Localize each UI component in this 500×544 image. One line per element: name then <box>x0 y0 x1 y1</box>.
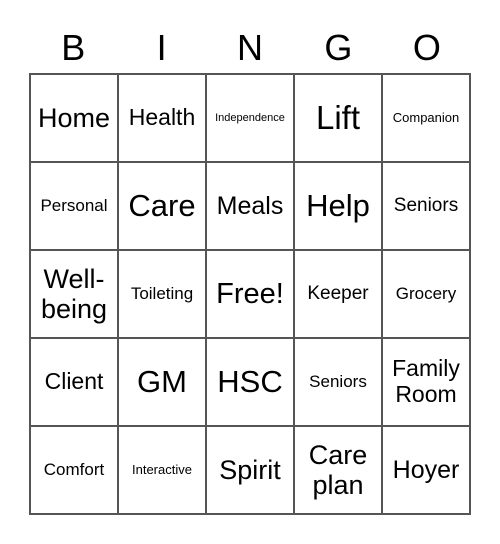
header-letter-b: B <box>61 27 86 68</box>
bingo-cell[interactable]: Independence <box>206 74 294 162</box>
bingo-cell[interactable]: Toileting <box>118 250 206 338</box>
bingo-cell[interactable]: Care <box>118 162 206 250</box>
bingo-cell[interactable]: Seniors <box>294 338 382 426</box>
bingo-cell[interactable]: Hoyer <box>382 426 470 514</box>
header-letter-g: G <box>324 27 353 68</box>
bingo-cell[interactable]: Keeper <box>294 250 382 338</box>
bingo-cell[interactable]: Well-being <box>30 250 118 338</box>
bingo-cell[interactable]: Help <box>294 162 382 250</box>
bingo-cell[interactable]: GM <box>118 338 206 426</box>
bingo-cell[interactable]: Companion <box>382 74 470 162</box>
bingo-cell[interactable]: Care plan <box>294 426 382 514</box>
bingo-cell[interactable]: Interactive <box>118 426 206 514</box>
header-letter-n: N <box>237 27 264 68</box>
bingo-cell[interactable]: Personal <box>30 162 118 250</box>
bingo-cell[interactable]: HSC <box>206 338 294 426</box>
bingo-cell[interactable]: Health <box>118 74 206 162</box>
header-letter-o: O <box>412 27 441 68</box>
bingo-cell[interactable]: Grocery <box>382 250 470 338</box>
bingo-cell[interactable]: Home <box>30 74 118 162</box>
header-letter-i: I <box>156 27 167 68</box>
bingo-cell[interactable]: Family Room <box>382 338 470 426</box>
bingo-cell[interactable]: Meals <box>206 162 294 250</box>
bingo-grid: Home Health Independence Lift Companion … <box>29 73 471 515</box>
free-space-cell[interactable]: Free! <box>206 250 294 338</box>
bingo-cell[interactable]: Comfort <box>30 426 118 514</box>
bingo-cell[interactable]: Spirit <box>206 426 294 514</box>
bingo-cell[interactable]: Lift <box>294 74 382 162</box>
bingo-header: B I N G O <box>29 26 471 70</box>
bingo-cell[interactable]: Seniors <box>382 162 470 250</box>
bingo-cell[interactable]: Client <box>30 338 118 426</box>
